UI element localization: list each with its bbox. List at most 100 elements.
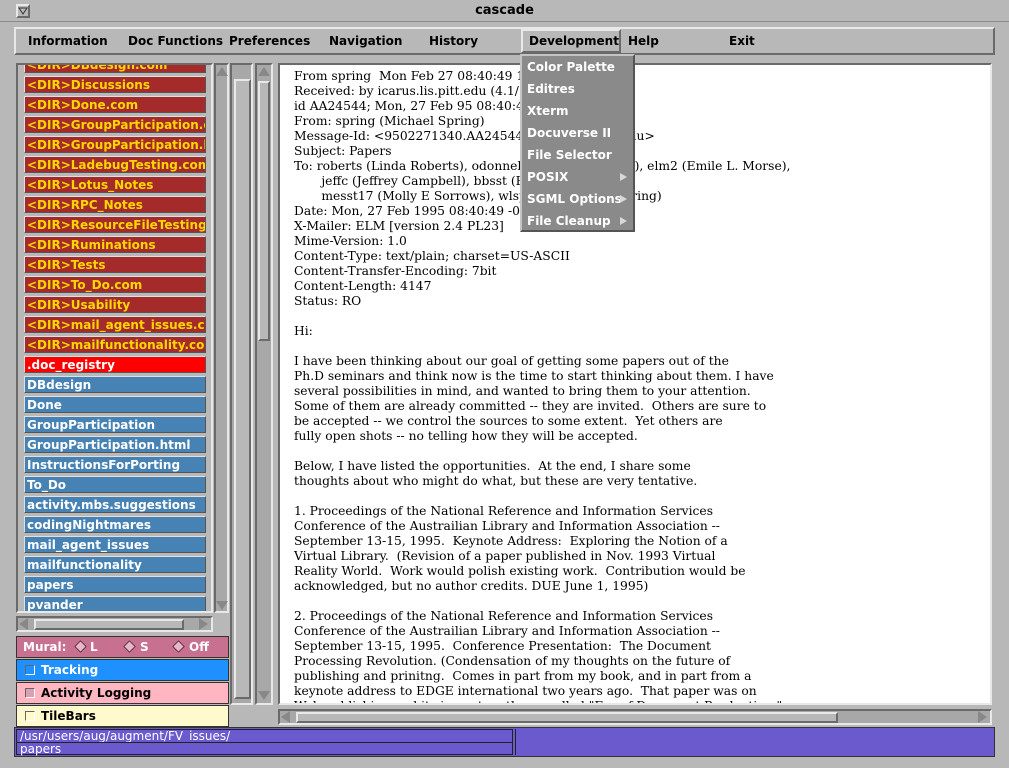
mural-label: Mural: [23,640,67,654]
scroll-up-arrow-icon[interactable] [216,67,228,76]
file-list-hscrollbar[interactable] [16,616,213,632]
dropdown-item-label: File Cleanup [527,214,611,228]
mural-l-radio-icon[interactable] [74,640,87,653]
menu-help[interactable]: Help [622,29,665,53]
menu-history[interactable]: History [423,29,484,53]
tracking-label: Tracking [41,663,99,677]
path-display: /usr/users/aug/augment/FV_issues/ papers [16,729,513,756]
doc-scroll-up-arrow-icon[interactable] [258,67,270,76]
menu-navigation[interactable]: Navigation [323,29,408,53]
document-vscrollbar[interactable] [255,63,273,705]
directory-item[interactable]: <DIR>RPC_Notes [24,196,206,213]
mural-off-radio-icon[interactable] [172,640,185,653]
path-divider [17,742,512,743]
mural-off-label[interactable]: Off [189,639,209,655]
list-outer-scrollbar[interactable] [230,63,253,705]
menu-information[interactable]: Information [22,29,114,53]
file-item[interactable]: .doc_registry [24,356,206,373]
dropdown-item[interactable]: File Selector [525,144,631,166]
hscroll-thumb[interactable] [34,619,184,630]
directory-item[interactable]: <DIR>Usability [24,296,206,313]
file-item[interactable]: To_Do [24,476,206,493]
window-title: cascade [475,3,534,18]
directory-item[interactable]: <DIR>mail_agent_issues.com [24,316,206,333]
activity-logging-toggle[interactable]: Activity Logging [16,682,229,704]
dropdown-item-label: File Selector [527,148,612,162]
directory-item[interactable]: <DIR>Lotus_Notes [24,176,206,193]
file-item[interactable]: activity.mbs.suggestions [24,496,206,513]
file-item[interactable]: codingNightmares [24,516,206,533]
status-message-area [515,729,993,755]
dropdown-item[interactable]: File Cleanup [525,210,631,232]
file-item[interactable]: GroupParticipation.html [24,436,206,453]
file-item[interactable]: Done [24,396,206,413]
file-item[interactable]: mail_agent_issues [24,536,206,553]
dropdown-item[interactable]: Color Palette [525,56,631,78]
file-item[interactable]: InstructionsForPorting [24,456,206,473]
directory-item[interactable]: <DIR>GroupParticipation.com [24,116,206,133]
file-list: <DIR>DBdesign.com <DIR>Discussions <DIR>Do… [16,63,213,613]
directory-item[interactable]: <DIR>mailfunctionality.com [24,336,206,353]
mural-s-radio-icon[interactable] [123,640,136,653]
submenu-arrow-icon [620,195,627,203]
scroll-down-arrow-icon[interactable] [216,601,228,610]
dropdown-item-label: Editres [527,82,575,96]
path-line-2: papers [20,742,62,756]
directory-item[interactable]: <DIR>Done.com [24,96,206,113]
logging-checkbox-icon[interactable] [25,688,35,698]
menu-bar: Information Doc Functions Preferences Na… [14,27,995,55]
doc-hscroll-thumb[interactable] [296,712,838,723]
menu-doc-functions[interactable]: Doc Functions [122,29,229,53]
directory-item[interactable]: <DIR>To_Do.com [24,276,206,293]
directory-item[interactable]: <DIR>Tests [24,256,206,273]
list-outer-scroll-thumb[interactable] [234,79,251,699]
file-item[interactable]: pvander [24,596,206,611]
file-item[interactable]: mailfunctionality [24,556,206,573]
dropdown-item[interactable]: Editres [525,78,631,100]
menu-development[interactable]: Development [521,29,621,53]
directory-item[interactable]: <DIR>LadebugTesting.com [24,156,206,173]
dropdown-item[interactable]: Docuverse II [525,122,631,144]
dropdown-item[interactable]: SGML Options [525,188,631,210]
directory-item[interactable]: <DIR>GroupParticipation.html.com [24,136,206,153]
file-item[interactable]: DBdesign [24,376,206,393]
file-list-scrollbar[interactable] [214,63,229,613]
dropdown-item-label: Xterm [527,104,569,118]
tracking-checkbox-icon[interactable] [25,665,35,675]
scroll-left-arrow-icon[interactable] [19,618,28,630]
submenu-arrow-icon [620,173,627,181]
mural-s-label[interactable]: S [140,639,149,655]
tracking-toggle[interactable]: Tracking [16,659,229,681]
file-item[interactable]: papers [24,576,206,593]
document-pane[interactable]: From spring Mon Feb 27 08:40:49 1995 Rec… [278,63,992,705]
doc-scroll-down-arrow-icon[interactable] [258,691,270,700]
dropdown-item[interactable]: POSIX [525,166,631,188]
logging-label: Activity Logging [41,686,152,700]
dropdown-item-label: SGML Options [527,192,622,206]
dropdown-item-label: Docuverse II [527,126,612,140]
mural-panel: Mural: L S Off [16,636,229,658]
path-text: /usr/users/aug/augment/FV_issues/ papers [20,730,230,756]
path-line-1: /usr/users/aug/augment/FV_issues/ [20,729,231,743]
mural-l-label[interactable]: L [90,639,98,655]
menu-exit[interactable]: Exit [723,29,761,53]
dropdown-item[interactable]: Xterm [525,100,631,122]
doc-scroll-left-arrow-icon[interactable] [281,711,290,723]
directory-item[interactable]: <DIR>Discussions [24,76,206,93]
submenu-arrow-icon [620,217,627,225]
dropdown-item-label: Color Palette [527,60,615,74]
doc-scroll-thumb[interactable] [258,81,270,341]
directory-item[interactable]: <DIR>Ruminations [24,236,206,253]
menu-preferences[interactable]: Preferences [223,29,316,53]
tilebars-checkbox-icon[interactable] [25,711,35,721]
scroll-right-arrow-icon[interactable] [199,618,208,630]
file-item[interactable]: GroupParticipation [24,416,206,433]
directory-item[interactable]: <DIR>ResourceFileTesting.com [24,216,206,233]
tilebars-label: TileBars [41,709,96,723]
doc-scroll-right-arrow-icon[interactable] [978,711,987,723]
directory-item[interactable]: <DIR>DBdesign.com [24,65,206,73]
development-dropdown: Color Palette Editres Xterm Docuverse II Fil… [520,54,635,232]
dropdown-item-label: POSIX [527,170,569,184]
document-hscrollbar[interactable] [278,709,992,725]
tilebars-toggle[interactable]: TileBars [16,705,229,727]
